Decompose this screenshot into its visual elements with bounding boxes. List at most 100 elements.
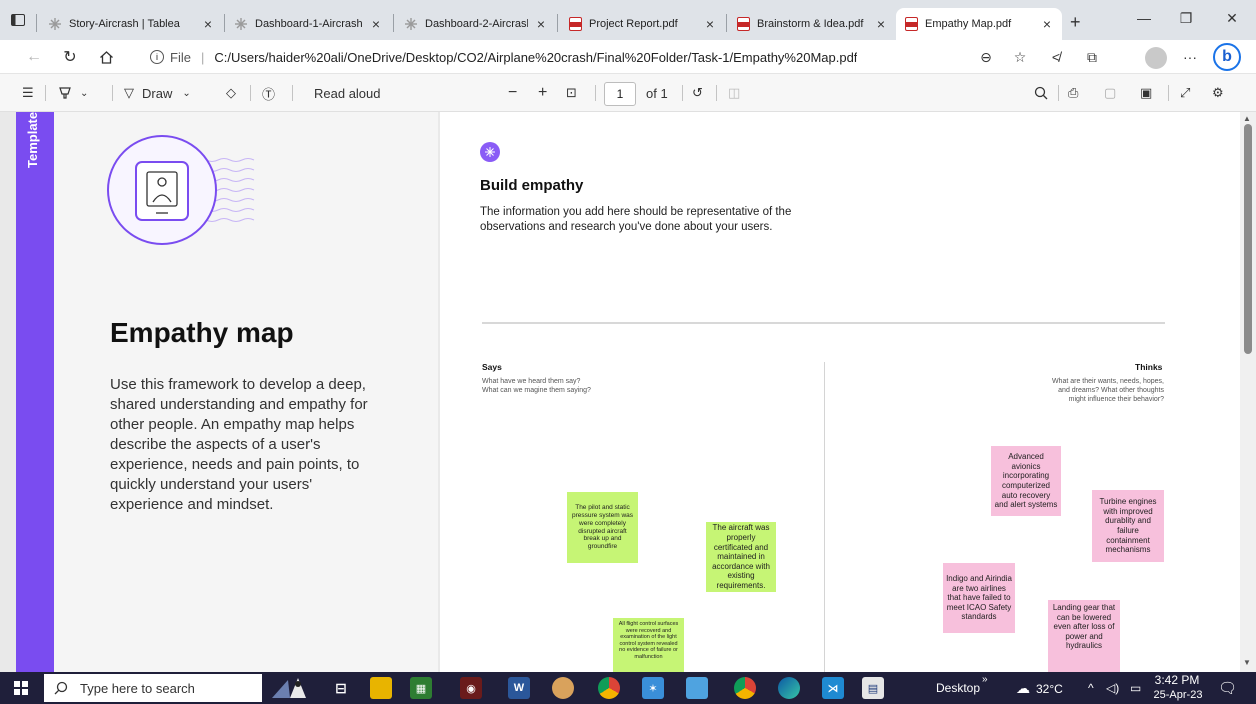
vscode-icon[interactable]: ⋊ [822, 677, 844, 699]
edge-icon[interactable] [778, 677, 800, 699]
windows-start-icon[interactable] [14, 681, 28, 695]
close-tab-icon[interactable]: × [534, 16, 548, 32]
erase-icon[interactable]: ◇ [226, 83, 236, 103]
volume-icon[interactable]: ◁) [1106, 681, 1119, 695]
text-icon[interactable]: Ⓣ [262, 83, 275, 103]
zoom-in-icon[interactable]: + [538, 83, 547, 103]
chrome-icon[interactable] [734, 677, 756, 699]
tab-actions-icon[interactable] [8, 10, 28, 30]
save-icon[interactable]: ▢ [1104, 83, 1116, 103]
weather-icon[interactable]: ☁ [1016, 680, 1030, 697]
scroll-up-icon[interactable]: ▲ [1243, 114, 1251, 123]
taskbar-app-icon[interactable] [552, 677, 574, 699]
divider [482, 322, 1165, 324]
minimize-icon[interactable]: — [1134, 10, 1154, 26]
bing-copilot-icon[interactable]: b [1213, 43, 1241, 71]
sticky-note[interactable]: The pilot and static pressure system was… [567, 492, 638, 563]
chevron-down-icon[interactable]: ⌄ [182, 88, 190, 99]
address-bar: ← ↻ i File | C:/Users/haider%20ali/OneDr… [0, 40, 1256, 74]
sticky-note[interactable]: All flight control surfaces were recover… [613, 618, 684, 672]
more-icon[interactable]: ··· [1180, 47, 1200, 67]
sticky-note[interactable]: The aircraft was properly certificated a… [706, 522, 776, 592]
taskbar-search-input[interactable]: Type here to search [44, 674, 262, 702]
page-number-input[interactable]: 1 [604, 82, 636, 106]
thinks-title: Thinks [1135, 362, 1163, 372]
url-field[interactable]: i File | C:/Users/haider%20ali/OneDrive/… [150, 45, 920, 69]
zoom-out-icon[interactable]: − [508, 83, 517, 103]
read-aloud-button[interactable]: Read aloud [314, 83, 381, 103]
thinks-line-3: might influence their behavior? [1068, 396, 1164, 403]
rotate-icon[interactable]: ↺ [692, 83, 703, 103]
tab-dashboard-2[interactable]: Dashboard-2-Aircrash × [396, 8, 556, 40]
draw-label: Draw [142, 85, 173, 101]
clock-date[interactable]: 25-Apr-23 [1150, 689, 1206, 701]
url-text: C:/Users/haider%20ali/OneDrive/Desktop/C… [214, 49, 858, 65]
clock-time[interactable]: 3:42 PM [1152, 673, 1202, 687]
new-tab-icon[interactable]: + [1070, 12, 1081, 33]
sticky-note[interactable]: Advanced avionics incorporating computer… [991, 446, 1061, 516]
favorite-add-icon[interactable]: ☆ [1010, 47, 1030, 67]
chevrons-icon[interactable]: » [982, 674, 988, 685]
draw-icon: ▽ [124, 85, 134, 100]
favorites-icon[interactable]: ≮ [1046, 47, 1066, 67]
template-panel: Template Empathy map Use this framework … [16, 112, 438, 672]
sticky-note[interactable]: Turbine engines with improved durablity … [1092, 490, 1164, 562]
file-explorer-icon[interactable] [370, 677, 392, 699]
tab-empathy-map[interactable]: Empathy Map.pdf × [896, 8, 1062, 40]
page-description: Use this framework to develop a deep, sh… [110, 376, 368, 513]
collections-icon[interactable]: ⧉ [1082, 47, 1102, 67]
template-label: Template [25, 112, 40, 169]
zoom-icon[interactable]: ⊖ [976, 47, 996, 67]
tab-brainstorm[interactable]: Brainstorm & Idea.pdf × [728, 8, 896, 40]
tableau-app-icon[interactable]: ▦ [410, 677, 432, 699]
task-view-icon[interactable]: ⊟ [330, 677, 352, 699]
notifications-icon[interactable]: 🗨 [1218, 679, 1237, 697]
sticky-note[interactable]: Landing gear that can be lowered even af… [1048, 600, 1120, 672]
tray-chevron-up-icon[interactable]: ^ [1088, 681, 1094, 695]
fit-width-icon[interactable]: ⊡ [566, 83, 577, 103]
settings-gear-icon[interactable]: ⚙ [1212, 83, 1224, 103]
close-tab-icon[interactable]: × [703, 16, 717, 32]
vertical-scrollbar[interactable]: ▲ ▼ [1240, 112, 1256, 672]
word-icon[interactable]: W [508, 677, 530, 699]
refresh-icon[interactable]: ↻ [60, 47, 80, 67]
empathy-canvas: Build empathy The information you add he… [440, 112, 1240, 672]
taskbar-app-icon[interactable] [686, 677, 708, 699]
fullscreen-icon[interactable]: ⤢ [1180, 83, 1190, 103]
taskbar-app-icon[interactable]: ▤ [862, 677, 884, 699]
page-view-icon[interactable]: ◫ [728, 83, 740, 103]
contents-icon[interactable]: ☰ [22, 83, 34, 103]
close-window-icon[interactable]: ✕ [1222, 10, 1242, 27]
home-icon[interactable] [96, 47, 116, 67]
info-icon[interactable]: i [150, 50, 164, 64]
chevron-down-icon[interactable]: ⌄ [80, 88, 88, 99]
draw-button[interactable]: ▽ Draw ⌄ [124, 83, 191, 103]
taskbar-app-icon[interactable]: ✶ [642, 677, 664, 699]
close-tab-icon[interactable]: × [1040, 16, 1054, 32]
print-icon[interactable]: ⎙ [1068, 83, 1078, 103]
tab-story-aircrash[interactable]: Story-Aircrash | Tablea × [40, 8, 223, 40]
says-title: Says [482, 362, 502, 372]
temperature[interactable]: 32°C [1036, 682, 1063, 696]
tab-project-report[interactable]: Project Report.pdf × [560, 8, 725, 40]
chrome-icon[interactable] [598, 677, 620, 699]
restore-icon[interactable]: ❐ [1176, 10, 1196, 27]
tab-dashboard-1[interactable]: Dashboard-1-Aircrash × [226, 8, 391, 40]
scroll-down-icon[interactable]: ▼ [1243, 658, 1251, 667]
search-icon[interactable] [1034, 83, 1048, 103]
tab-title: Brainstorm & Idea.pdf [757, 18, 864, 30]
desktop-toolbar-label[interactable]: Desktop [936, 681, 980, 695]
quadrant-divider [824, 362, 825, 672]
scrollbar-thumb[interactable] [1244, 124, 1252, 354]
save-as-icon[interactable]: ▣ [1140, 83, 1152, 103]
section-description: The information you add here should be r… [480, 206, 792, 233]
taskbar-app-icon[interactable]: ◉ [460, 677, 482, 699]
back-icon[interactable]: ← [24, 47, 44, 67]
highlight-icon[interactable]: ⌄ [58, 83, 88, 103]
battery-icon[interactable]: ▭ [1130, 681, 1141, 695]
sticky-note[interactable]: Indigo and Airindia are two airlines tha… [943, 563, 1015, 633]
close-tab-icon[interactable]: × [369, 16, 383, 32]
profile-avatar[interactable] [1145, 47, 1167, 69]
close-tab-icon[interactable]: × [201, 16, 215, 32]
close-tab-icon[interactable]: × [874, 16, 888, 32]
